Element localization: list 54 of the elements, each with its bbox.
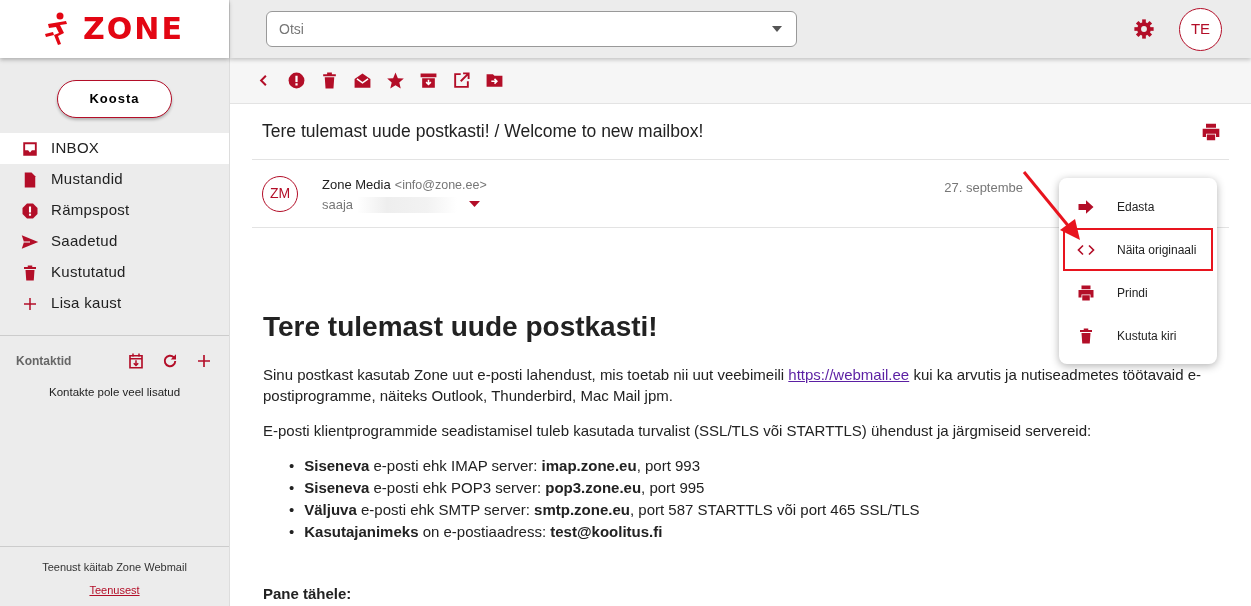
- star-icon[interactable]: [386, 71, 405, 90]
- folder-item[interactable]: Saadetud: [0, 226, 229, 257]
- search-field[interactable]: Otsi: [266, 11, 797, 47]
- annotation-arrow: [1022, 170, 1082, 242]
- user-avatar[interactable]: TE: [1179, 7, 1222, 51]
- bullet: •: [289, 499, 295, 520]
- move-folder-icon[interactable]: [485, 71, 504, 90]
- delete-icon[interactable]: [320, 71, 339, 90]
- calendar-download-icon[interactable]: [127, 352, 145, 370]
- about-link[interactable]: Teenusest: [89, 581, 140, 598]
- menu-item[interactable]: Edasta: [1063, 185, 1213, 228]
- refresh-icon[interactable]: [161, 352, 179, 370]
- envelope-open-icon[interactable]: [353, 71, 372, 90]
- compose-button[interactable]: Koosta: [57, 80, 172, 118]
- footer-text: Teenust käitab Zone Webmail: [41, 560, 188, 575]
- print-icon: [1077, 283, 1095, 302]
- body-heading: Tere tulemast uude postkasti!: [263, 310, 658, 344]
- note-heading: Pane tähele:: [263, 583, 353, 604]
- server-list-item: Siseneva e-posti ehk POP3 server: pop3.zone.eu, port 995: [304, 477, 705, 498]
- folder-item[interactable]: Rämpspost: [0, 195, 229, 226]
- bullet: •: [289, 455, 295, 476]
- trash-icon: [1077, 326, 1095, 345]
- contacts-heading: Kontaktid: [16, 353, 72, 370]
- menu-item[interactable]: Näita originaali: [1063, 228, 1213, 271]
- sender-name: Zone Media: [322, 176, 391, 192]
- inbox-icon: [21, 139, 39, 158]
- menu-item[interactable]: Prindi: [1063, 271, 1213, 314]
- folder-item[interactable]: Mustandid: [0, 164, 229, 195]
- bullet: •: [289, 477, 295, 498]
- trash-icon: [21, 263, 39, 282]
- folder-item[interactable]: Kustutatud: [0, 257, 229, 288]
- recipient-caret-icon[interactable]: [469, 201, 481, 209]
- dropdown-caret-icon[interactable]: [771, 25, 783, 33]
- empty-contacts-text: Kontakte pole veel lisatud: [47, 385, 182, 400]
- message-subject: Tere tulemast uude postkasti! / Welcome to new mailbox!: [262, 121, 705, 142]
- server-list-item: Väljuva e-posti ehk SMTP server: smtp.zone.eu, port 587 STARTTLS või port 465 SSL/TLS: [304, 499, 920, 520]
- server-list-item: Kasutajanimeks on e-postiaadress: test@koolitus.fi: [304, 521, 663, 542]
- webmail-link[interactable]: https://webmail.ee: [788, 365, 910, 383]
- folder-item[interactable]: Lisa kaust: [0, 288, 229, 319]
- bullet: •: [289, 521, 295, 542]
- menu-item[interactable]: Kustuta kiri: [1063, 314, 1213, 357]
- body-paragraph: E-posti klientprogrammide seadistamisel tuleb kasutada turvalist (SSL/TLS või STARTTLS) ühendust ja järgmiseid servereid:: [263, 420, 1093, 441]
- message-date: 27. septembe: [944, 178, 1023, 197]
- intro-paragraph: Sinu postkast kasutab Zone uut e-posti lahendust, mis toetab nii uut veebimeili https://webmail.ee kui ka arvutis ja nutiseadmetes töötavaid e-postiprogramme, näiteks Outlook, Thunderbird, Mac Mail jpm.: [263, 364, 1203, 406]
- archive-icon[interactable]: [419, 71, 438, 90]
- folder-item[interactable]: INBOX: [0, 133, 229, 164]
- spam-icon: [21, 201, 39, 220]
- external-link-icon[interactable]: [452, 71, 471, 90]
- add-contact-icon[interactable]: [195, 352, 213, 370]
- print-icon[interactable]: [1201, 121, 1221, 142]
- server-list-item: Siseneva e-posti ehk IMAP server: imap.zone.eu, port 993: [304, 455, 701, 476]
- spam-icon[interactable]: [287, 71, 306, 90]
- sender-email: <info@zone.ee>: [394, 177, 487, 192]
- recipient-label: saaja: [322, 196, 354, 214]
